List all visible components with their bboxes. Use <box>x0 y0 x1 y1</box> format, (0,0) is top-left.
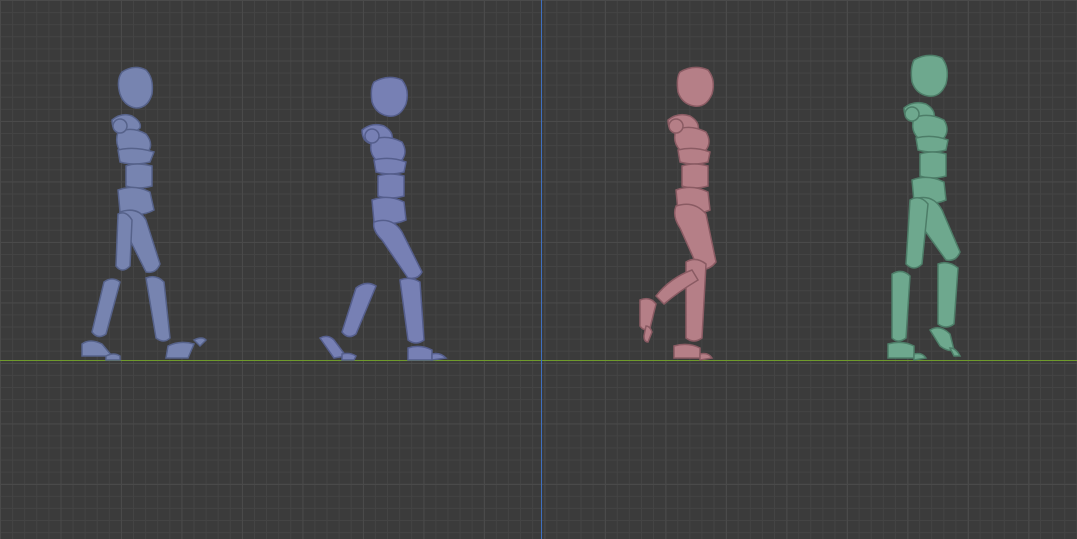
body-part <box>125 163 153 189</box>
body-part <box>643 325 653 343</box>
mannequin-scene <box>81 54 962 361</box>
body-part <box>115 212 133 271</box>
body-part <box>910 54 949 97</box>
body-part <box>673 343 701 359</box>
body-part <box>639 297 657 331</box>
body-part <box>677 147 711 165</box>
body-part <box>91 278 121 338</box>
body-part <box>192 337 208 348</box>
body-part <box>913 352 928 361</box>
body-part <box>165 341 196 359</box>
body-part <box>891 270 911 342</box>
body-part <box>112 118 128 134</box>
body-part <box>919 151 947 179</box>
body-part <box>681 163 709 189</box>
body-part <box>407 345 433 361</box>
body-part <box>928 327 955 352</box>
body-part <box>937 261 959 328</box>
body-part <box>145 275 171 342</box>
body-part <box>371 196 407 225</box>
mannequin-3[interactable] <box>639 66 717 361</box>
body-part <box>105 353 121 361</box>
body-part <box>117 147 156 165</box>
body-part <box>373 157 407 175</box>
body-part <box>676 66 715 107</box>
body-part <box>370 76 409 117</box>
body-part <box>341 282 377 338</box>
body-part <box>915 135 949 153</box>
body-part <box>117 66 154 109</box>
body-part <box>81 340 114 357</box>
body-part <box>904 106 920 122</box>
body-part <box>699 352 714 361</box>
3d-viewport[interactable] <box>0 0 1077 539</box>
mannequin-2[interactable] <box>318 76 448 361</box>
body-part <box>431 352 448 361</box>
body-part <box>377 173 405 199</box>
body-part <box>399 277 425 344</box>
body-part <box>948 347 962 357</box>
mannequin-1[interactable] <box>81 66 208 361</box>
body-part <box>372 219 423 280</box>
body-part <box>668 118 684 134</box>
body-part <box>887 341 915 359</box>
mannequin-4[interactable] <box>887 54 962 361</box>
body-part <box>905 197 929 269</box>
body-part <box>341 352 357 361</box>
body-part <box>364 128 380 144</box>
